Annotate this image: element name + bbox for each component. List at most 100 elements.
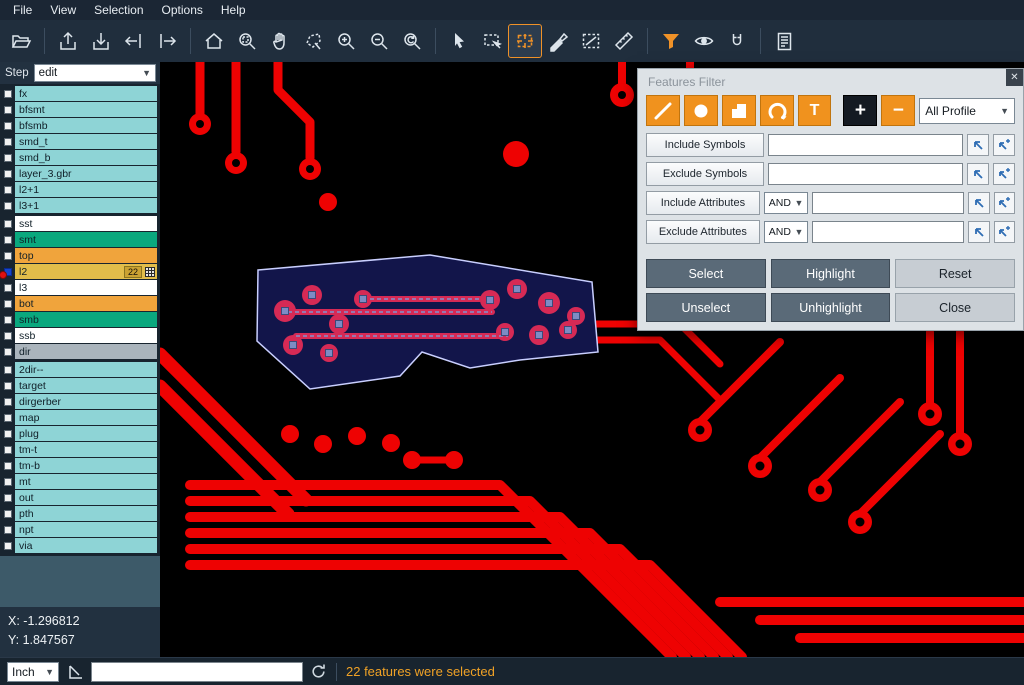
layer-name[interactable]: smt: [15, 232, 157, 247]
layer-row-active[interactable]: l2 22: [0, 264, 160, 279]
layer-visibility-cell[interactable]: [0, 526, 15, 534]
layer-visibility-checkbox[interactable]: [4, 186, 12, 194]
pick-symbol-button[interactable]: [967, 163, 989, 185]
layer-visibility-cell[interactable]: [0, 300, 15, 308]
angle-corner-icon[interactable]: [66, 663, 84, 681]
layer-visibility-checkbox[interactable]: [4, 284, 12, 292]
toolbar-snap-button[interactable]: [721, 25, 753, 57]
select-button[interactable]: Select: [646, 259, 766, 288]
layer-name[interactable]: plug: [15, 426, 157, 441]
filter-line-button[interactable]: [646, 95, 680, 126]
layer-name[interactable]: l3+1: [15, 198, 157, 213]
layer-visibility-cell[interactable]: [0, 510, 15, 518]
filter-arc-button[interactable]: [760, 95, 794, 126]
toolbar-pan-button[interactable]: [264, 25, 296, 57]
layer-visibility-checkbox[interactable]: [4, 106, 12, 114]
unhighlight-button[interactable]: Unhighlight: [771, 293, 891, 322]
layer-name[interactable]: 2dir--: [15, 362, 157, 377]
layer-row[interactable]: npt: [0, 522, 160, 537]
layer-visibility-cell[interactable]: [0, 332, 15, 340]
layer-visibility-cell[interactable]: [0, 494, 15, 502]
layer-name[interactable]: mt: [15, 474, 157, 489]
layer-visibility-cell[interactable]: [0, 236, 15, 244]
layer-visibility-checkbox[interactable]: [4, 154, 12, 162]
layer-name[interactable]: layer_3.gbr: [15, 166, 157, 181]
layer-name[interactable]: bfsmb: [15, 118, 157, 133]
layer-row[interactable]: smb: [0, 312, 160, 327]
toolbar-rect-select-button[interactable]: [476, 25, 508, 57]
layer-visibility-checkbox[interactable]: [4, 122, 12, 130]
toolbar-import-up-button[interactable]: [52, 25, 84, 57]
layer-row[interactable]: l3+1: [0, 198, 160, 213]
layer-name[interactable]: bot: [15, 296, 157, 311]
menu-selection[interactable]: Selection: [85, 1, 152, 19]
layer-visibility-cell[interactable]: [0, 202, 15, 210]
layer-visibility-checkbox[interactable]: [4, 332, 12, 340]
layer-row[interactable]: tm-b: [0, 458, 160, 473]
layer-name[interactable]: out: [15, 490, 157, 505]
layer-visibility-cell[interactable]: [0, 462, 15, 470]
exclude-attributes-input[interactable]: [812, 221, 964, 243]
layer-row[interactable]: bot: [0, 296, 160, 311]
layer-name[interactable]: dir: [15, 344, 157, 359]
layer-row[interactable]: l3: [0, 280, 160, 295]
layer-visibility-cell[interactable]: [0, 138, 15, 146]
toolbar-import-down-button[interactable]: [85, 25, 117, 57]
layer-visibility-cell[interactable]: [0, 414, 15, 422]
layer-visibility-cell[interactable]: [0, 170, 15, 178]
menu-options[interactable]: Options: [153, 1, 212, 19]
include-symbols-button[interactable]: Include Symbols: [646, 133, 764, 157]
layer-row[interactable]: sst: [0, 216, 160, 231]
layer-visibility-cell[interactable]: [0, 90, 15, 98]
layer-row[interactable]: smd_t: [0, 134, 160, 149]
layer-visibility-checkbox[interactable]: [4, 446, 12, 454]
layer-name[interactable]: l3: [15, 280, 157, 295]
layer-name[interactable]: top: [15, 248, 157, 263]
layer-visibility-cell[interactable]: [0, 316, 15, 324]
include-attributes-input[interactable]: [812, 192, 964, 214]
command-input[interactable]: [91, 662, 303, 682]
layer-visibility-checkbox[interactable]: [4, 494, 12, 502]
layer-visibility-cell[interactable]: [0, 252, 15, 260]
toolbar-open-button[interactable]: [5, 25, 37, 57]
layer-name[interactable]: pth: [15, 506, 157, 521]
toolbar-filter-button[interactable]: [655, 25, 687, 57]
close-button[interactable]: Close: [895, 293, 1015, 322]
layer-visibility-cell[interactable]: [0, 366, 15, 374]
layer-row[interactable]: top: [0, 248, 160, 263]
unselect-button[interactable]: Unselect: [646, 293, 766, 322]
toolbar-zoom-out-button[interactable]: [363, 25, 395, 57]
pick-attribute-add-button[interactable]: [994, 192, 1015, 214]
toolbar-line-select-button[interactable]: [575, 25, 607, 57]
layer-visibility-checkbox[interactable]: [4, 462, 12, 470]
layer-visibility-cell[interactable]: [0, 446, 15, 454]
layer-name[interactable]: smd_t: [15, 134, 157, 149]
layer-visibility-cell[interactable]: [0, 122, 15, 130]
layer-row[interactable]: l2+1: [0, 182, 160, 197]
layer-row[interactable]: map: [0, 410, 160, 425]
toolbar-step-forward-button[interactable]: [151, 25, 183, 57]
toolbar-home-button[interactable]: [198, 25, 230, 57]
layer-visibility-checkbox[interactable]: [4, 414, 12, 422]
layer-visibility-checkbox[interactable]: [4, 170, 12, 178]
pick-attribute-button[interactable]: [968, 221, 989, 243]
layer-grid-icon[interactable]: [145, 267, 155, 277]
layer-name[interactable]: target: [15, 378, 157, 393]
layer-visibility-checkbox[interactable]: [4, 382, 12, 390]
layer-row[interactable]: via: [0, 538, 160, 553]
layer-visibility-cell[interactable]: [0, 398, 15, 406]
toolbar-zoom-reset-button[interactable]: [396, 25, 428, 57]
include-attributes-operator-select[interactable]: AND ▼: [764, 192, 809, 214]
layer-visibility-checkbox[interactable]: [4, 366, 12, 374]
layer-name[interactable]: tm-t: [15, 442, 157, 457]
layer-row[interactable]: dirgerber: [0, 394, 160, 409]
layer-row[interactable]: tm-t: [0, 442, 160, 457]
layer-visibility-checkbox[interactable]: [4, 316, 12, 324]
layer-visibility-checkbox[interactable]: [4, 90, 12, 98]
layer-name[interactable]: smb: [15, 312, 157, 327]
layer-visibility-checkbox[interactable]: [4, 526, 12, 534]
toolbar-feature-select-button[interactable]: [509, 25, 541, 57]
layer-visibility-checkbox[interactable]: [4, 510, 12, 518]
layer-visibility-checkbox[interactable]: [4, 236, 12, 244]
layer-visibility-cell[interactable]: [0, 284, 15, 292]
